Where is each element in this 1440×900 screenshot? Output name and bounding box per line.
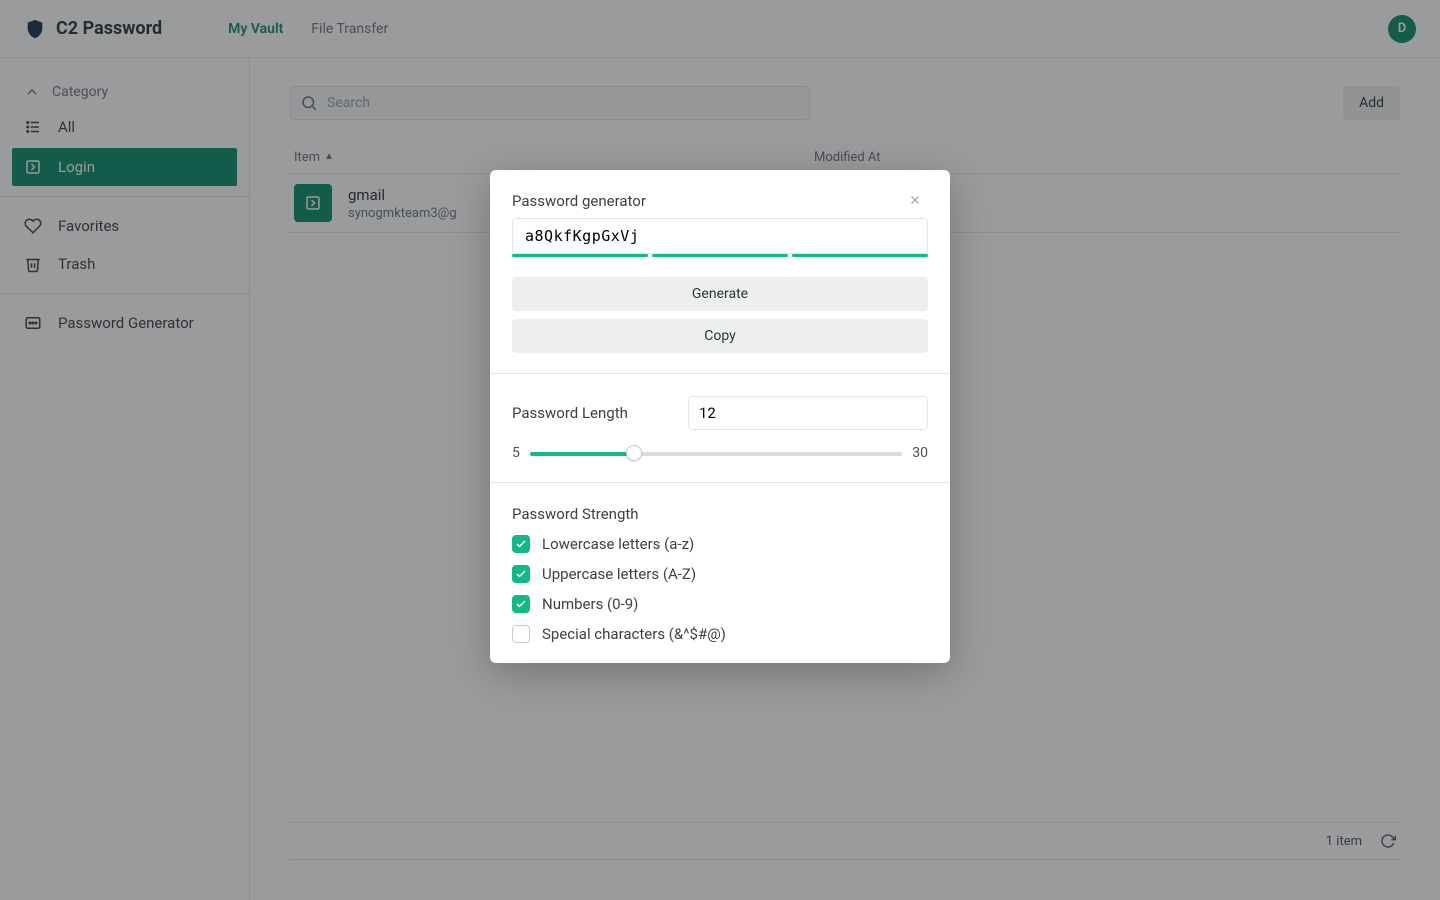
modal-section-generate: Password generator Generate Copy xyxy=(490,170,950,373)
slider-fill xyxy=(530,452,634,456)
strength-segment xyxy=(792,254,928,257)
strength-segment xyxy=(512,254,648,257)
option-numbers[interactable]: Numbers (0-9) xyxy=(512,595,928,613)
option-uppercase[interactable]: Uppercase letters (A-Z) xyxy=(512,565,928,583)
close-button[interactable] xyxy=(902,192,928,212)
strength-label: Password Strength xyxy=(512,505,928,523)
length-slider-row: 5 30 xyxy=(512,444,928,462)
modal-overlay[interactable]: Password generator Generate Copy Passwor… xyxy=(0,0,1440,900)
close-icon xyxy=(908,193,922,207)
option-special[interactable]: Special characters (&^$#@) xyxy=(512,625,928,643)
generate-button[interactable]: Generate xyxy=(512,277,928,311)
password-generator-modal: Password generator Generate Copy Passwor… xyxy=(490,170,950,663)
strength-meter xyxy=(512,254,928,257)
checkbox-numbers[interactable] xyxy=(512,595,530,613)
slider-min-label: 5 xyxy=(512,445,520,461)
slider-thumb[interactable] xyxy=(626,445,642,461)
generated-password-field[interactable] xyxy=(512,218,928,254)
option-label: Uppercase letters (A-Z) xyxy=(542,565,696,583)
checkbox-uppercase[interactable] xyxy=(512,565,530,583)
strength-segment xyxy=(652,254,788,257)
option-label: Lowercase letters (a-z) xyxy=(542,535,694,553)
length-label: Password Length xyxy=(512,404,628,422)
modal-section-strength: Password Strength Lowercase letters (a-z… xyxy=(490,482,950,663)
checkbox-lowercase[interactable] xyxy=(512,535,530,553)
checkbox-special[interactable] xyxy=(512,625,530,643)
option-lowercase[interactable]: Lowercase letters (a-z) xyxy=(512,535,928,553)
length-input[interactable] xyxy=(688,396,928,430)
slider-max-label: 30 xyxy=(912,445,928,461)
option-label: Numbers (0-9) xyxy=(542,595,638,613)
copy-button[interactable]: Copy xyxy=(512,319,928,353)
option-label: Special characters (&^$#@) xyxy=(542,625,726,643)
modal-section-length: Password Length 5 30 xyxy=(490,373,950,482)
modal-title: Password generator xyxy=(512,192,646,210)
length-slider[interactable] xyxy=(530,444,902,462)
